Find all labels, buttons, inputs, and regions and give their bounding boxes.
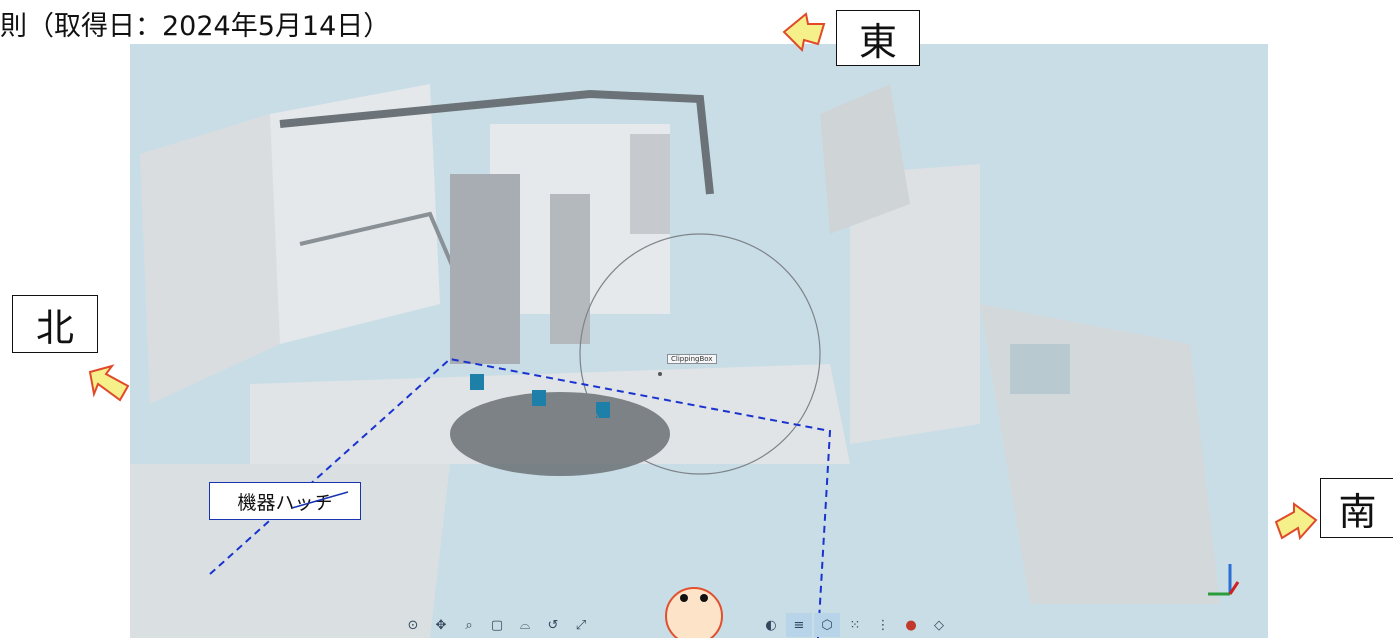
back-panel bbox=[630, 134, 670, 234]
south-label: 南 bbox=[1320, 478, 1393, 538]
point-cloud-viewport[interactable]: ClippingBox ⊙ ✥ ⌕ ▢ ⌓ ↺ ⤢ ◐ ≡ ⬡ ⁙ ⋮ ● ◇ bbox=[130, 44, 1268, 638]
layers-icon[interactable]: ≡ bbox=[786, 613, 812, 637]
north-wall bbox=[140, 114, 280, 404]
equipment-marker bbox=[470, 374, 484, 390]
point-cloud-scene bbox=[130, 84, 1240, 638]
equipment-marker bbox=[596, 402, 610, 418]
density-icon[interactable]: ⋮ bbox=[870, 613, 896, 637]
render-icon[interactable]: ◇ bbox=[926, 613, 952, 637]
orbit-icon[interactable]: ⊙ bbox=[400, 613, 426, 637]
avatar-icon bbox=[665, 587, 723, 638]
clipping-box-label: ClippingBox bbox=[667, 354, 717, 364]
zoom-icon[interactable]: ⌕ bbox=[456, 613, 482, 637]
cube-icon[interactable]: ▢ bbox=[484, 613, 510, 637]
clip-icon[interactable]: ◐ bbox=[758, 613, 784, 637]
page-title: 則（取得日：2024年5月14日） bbox=[0, 11, 391, 42]
pan-icon[interactable]: ✥ bbox=[428, 613, 454, 637]
north-arrow-icon bbox=[88, 364, 130, 402]
opening bbox=[1010, 344, 1070, 394]
east-label: 東 bbox=[836, 10, 920, 66]
hatch-debris bbox=[450, 392, 670, 476]
south-arrow-icon bbox=[1274, 502, 1318, 541]
north-label: 北 bbox=[12, 295, 98, 353]
callout-leader bbox=[291, 491, 349, 509]
clipping-handle[interactable] bbox=[658, 372, 662, 376]
equipment-rack bbox=[450, 174, 520, 364]
section-icon[interactable]: ⤢ bbox=[568, 613, 594, 637]
equipment-marker bbox=[532, 390, 546, 406]
color-icon[interactable]: ● bbox=[898, 613, 924, 637]
points-icon[interactable]: ⁙ bbox=[842, 613, 868, 637]
measure-icon[interactable]: ↺ bbox=[540, 613, 566, 637]
walk-icon[interactable]: ⌓ bbox=[512, 613, 538, 637]
box-icon[interactable]: ⬡ bbox=[814, 613, 840, 637]
east-arrow-icon bbox=[782, 12, 826, 53]
